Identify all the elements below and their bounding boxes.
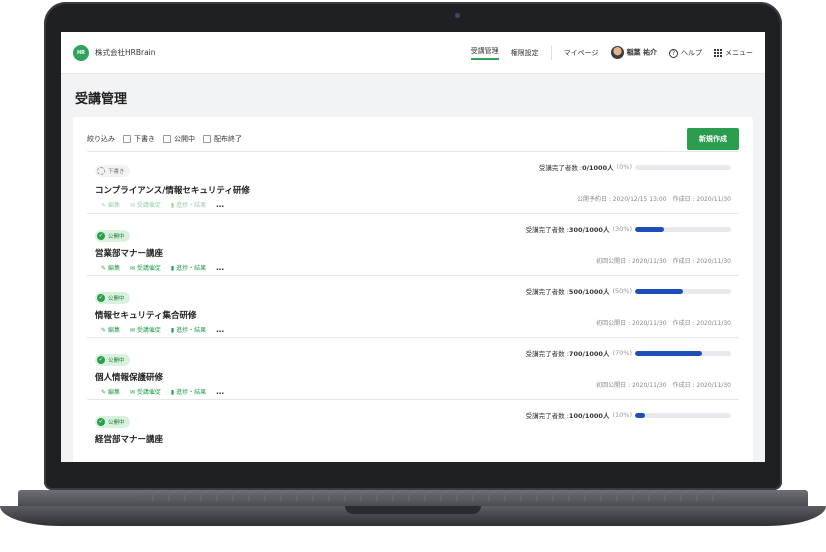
course-row: ✓ 公開中 経営部マナー講座 受講完了者数 : 100/1000人 (10%)	[87, 399, 739, 445]
progress-bar	[635, 164, 731, 170]
completion-progress: 受講完了者数 : 700/1000人 (70%)	[526, 348, 731, 358]
remind-button[interactable]: ✉ 受講催促	[130, 387, 161, 396]
menu-button[interactable]: メニュー	[714, 48, 753, 58]
course-row: ✓ 公開中 個人情報保護研修 ✎ 編集 ✉ 受講催促 ▮ 進捗・結果 … 受講完了…	[87, 337, 739, 399]
edit-button[interactable]: ✎ 編集	[101, 387, 120, 396]
grid-menu-icon	[714, 48, 722, 57]
nav-mypage[interactable]: マイページ	[564, 48, 599, 58]
camera-icon	[455, 13, 460, 18]
progress-results-button[interactable]: ▮ 進捗・結果	[171, 200, 206, 209]
more-icon[interactable]: …	[216, 325, 224, 334]
progress-fill	[635, 412, 645, 418]
status-badge: ✓ 公開中	[95, 291, 130, 304]
progress-results-button[interactable]: ▮ 進捗・結果	[171, 387, 206, 396]
status-badge: ✓ 公開中	[95, 229, 130, 242]
avatar	[610, 46, 624, 59]
company-name: 株式会社HRBrain	[95, 48, 156, 57]
progress-bar	[635, 412, 731, 418]
more-icon[interactable]: …	[216, 200, 224, 209]
course-dates: 初回公開日 : 2020/11/30 作成日 : 2020/11/30	[596, 320, 731, 327]
completion-progress: 受講完了者数 : 500/1000人 (50%)	[526, 286, 731, 296]
laptop-base	[0, 490, 826, 530]
hrbrain-logo-icon: HR	[73, 44, 89, 61]
app-screen: HR 株式会社HRBrain 受講管理 権限設定 マイページ 稲葉 祐介 ? ヘル…	[61, 32, 765, 462]
progress-bar	[635, 226, 731, 232]
progress-results-button[interactable]: ▮ 進捗・結果	[171, 263, 206, 272]
progress-fill	[635, 350, 703, 356]
nav-permission-settings[interactable]: 権限設定	[511, 48, 539, 58]
progress-fill	[635, 288, 683, 294]
completion-progress: 受講完了者数 : 300/1000人 (30%)	[526, 224, 731, 234]
filter-draft-checkbox[interactable]	[123, 135, 131, 143]
filter-row: 絞り込み 下書き 公開中 配布終了 新規作成	[87, 127, 739, 151]
nav-divider	[550, 45, 552, 60]
top-nav: 受講管理 権限設定 マイページ 稲葉 祐介 ? ヘルプ メニュー	[470, 45, 753, 60]
help-link[interactable]: ? ヘルプ	[669, 48, 702, 58]
course-title[interactable]: 経営部マナー講座	[95, 433, 731, 445]
trackpad-notch	[345, 506, 481, 514]
course-dates: 初回公開日 : 2020/11/30 作成日 : 2020/11/30	[596, 258, 731, 265]
course-dates: 公開予約日 : 2020/12/15 13:00 作成日 : 2020/11/3…	[576, 196, 731, 203]
user-menu[interactable]: 稲葉 祐介	[610, 46, 657, 59]
progress-fill	[635, 226, 664, 232]
remind-button[interactable]: ✉ 受講催促	[130, 325, 161, 334]
completion-progress: 受講完了者数 : 0/1000人 (0%)	[539, 162, 731, 172]
help-icon: ?	[669, 48, 678, 58]
filter-ended-checkbox[interactable]	[203, 135, 211, 143]
filter-draft-label: 下書き	[134, 135, 155, 143]
filter-open-label: 公開中	[174, 135, 195, 143]
more-icon[interactable]: …	[216, 263, 224, 272]
progress-bar	[635, 288, 731, 294]
completion-progress: 受講完了者数 : 100/1000人 (10%)	[526, 410, 731, 420]
remind-button[interactable]: ✉ 受講催促	[130, 200, 161, 209]
filter-label: 絞り込み	[87, 135, 115, 143]
check-circle-icon: ✓	[97, 355, 105, 364]
filter-open-checkbox[interactable]	[163, 135, 171, 143]
remind-button[interactable]: ✉ 受講催促	[130, 263, 161, 272]
help-label: ヘルプ	[681, 48, 702, 57]
status-badge: 下書き	[95, 165, 130, 177]
course-row: 下書き コンプライアンス/情報セキュリティ研修 ✎ 編集 ✉ 受講催促 ▮ 進捗…	[87, 151, 739, 213]
more-icon[interactable]: …	[216, 387, 224, 396]
filter-ended-label: 配布終了	[214, 135, 242, 143]
nav-course-management[interactable]: 受講管理	[470, 46, 499, 60]
edit-button[interactable]: ✎ 編集	[101, 200, 120, 209]
edit-button[interactable]: ✎ 編集	[101, 325, 120, 334]
status-badge: ✓ 公開中	[95, 353, 130, 366]
status-badge: ✓ 公開中	[95, 415, 130, 428]
course-dates: 初回公開日 : 2020/11/30 作成日 : 2020/11/30	[596, 382, 731, 389]
progress-bar	[635, 350, 731, 356]
user-name: 稲葉 祐介	[626, 48, 657, 57]
menu-label: メニュー	[725, 48, 753, 57]
course-row: ✓ 公開中 営業部マナー講座 ✎ 編集 ✉ 受講催促 ▮ 進捗・結果 … 受講完了…	[87, 213, 739, 275]
course-list-card: 絞り込み 下書き 公開中 配布終了 新規作成 下書き コンプライアンス/情報セキ…	[73, 117, 753, 462]
keyboard	[138, 495, 724, 501]
check-circle-icon: ✓	[97, 417, 105, 426]
check-circle-icon: ✓	[97, 231, 105, 240]
top-bar: HR 株式会社HRBrain 受講管理 権限設定 マイページ 稲葉 祐介 ? ヘル…	[61, 32, 765, 74]
draft-status-icon	[97, 167, 105, 175]
edit-button[interactable]: ✎ 編集	[101, 263, 120, 272]
new-course-button[interactable]: 新規作成	[687, 128, 739, 150]
page-title: 受講管理	[75, 92, 128, 107]
progress-results-button[interactable]: ▮ 進捗・結果	[171, 325, 206, 334]
course-row: ✓ 公開中 情報セキュリティ集合研修 ✎ 編集 ✉ 受講催促 ▮ 進捗・結果 … …	[87, 275, 739, 337]
check-circle-icon: ✓	[97, 293, 105, 302]
